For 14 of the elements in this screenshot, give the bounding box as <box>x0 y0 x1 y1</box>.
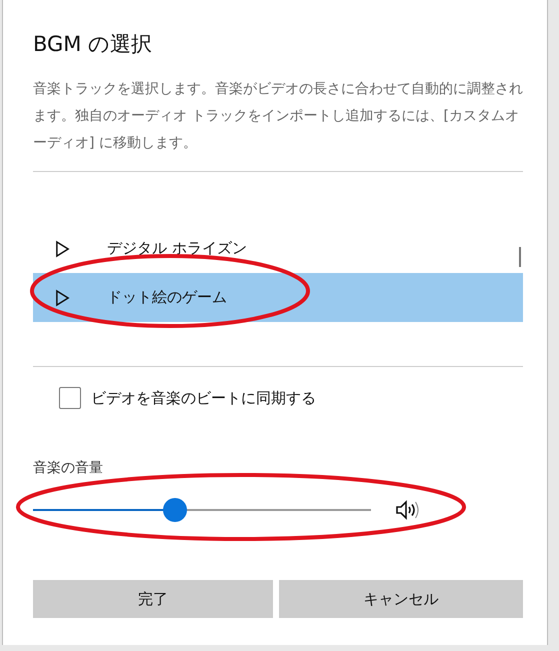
speaker-icon[interactable] <box>395 499 421 521</box>
track-item[interactable]: デジタル ホライズン <box>33 224 523 273</box>
play-icon <box>55 240 70 258</box>
dialog-title: BGM の選択 <box>33 31 154 58</box>
cancel-button[interactable]: キャンセル <box>278 580 523 618</box>
track-item[interactable]: ドット絵のゲーム <box>33 273 523 322</box>
volume-label: 音楽の音量 <box>33 459 104 477</box>
done-button[interactable]: 完了 <box>33 580 272 618</box>
play-icon <box>55 288 70 306</box>
description-text: 音楽トラックを選択します。音楽がビデオの長さに合わせて自動的に調整されます。独自のオーディオ トラックをインポートし追加するには、[カスタムオーディオ] に移動します。 <box>33 80 523 153</box>
sync-checkbox[interactable] <box>59 387 81 409</box>
volume-slider[interactable] <box>33 498 371 522</box>
scrollbar-thumb[interactable] <box>519 247 521 267</box>
checkbox-label: ビデオを音楽のビートに同期する <box>91 388 316 408</box>
